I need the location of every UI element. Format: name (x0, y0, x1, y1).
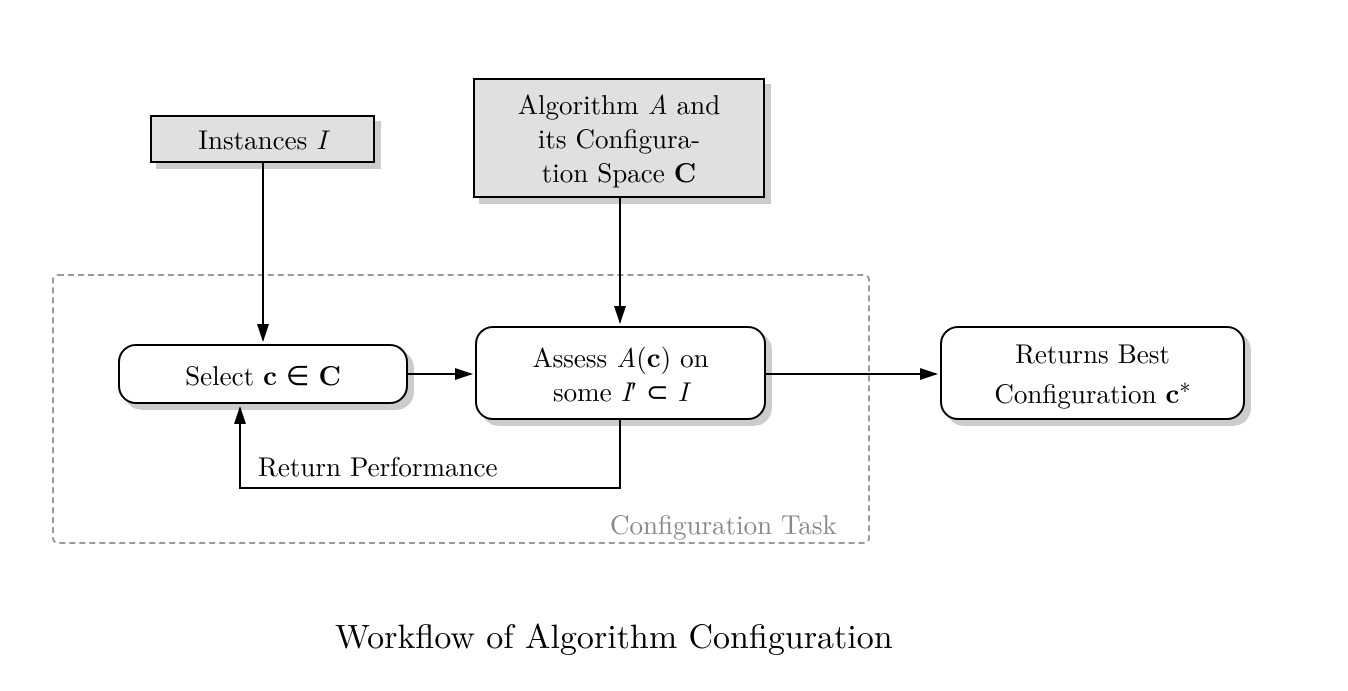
arrow-instances-to-select (0, 0, 1348, 691)
